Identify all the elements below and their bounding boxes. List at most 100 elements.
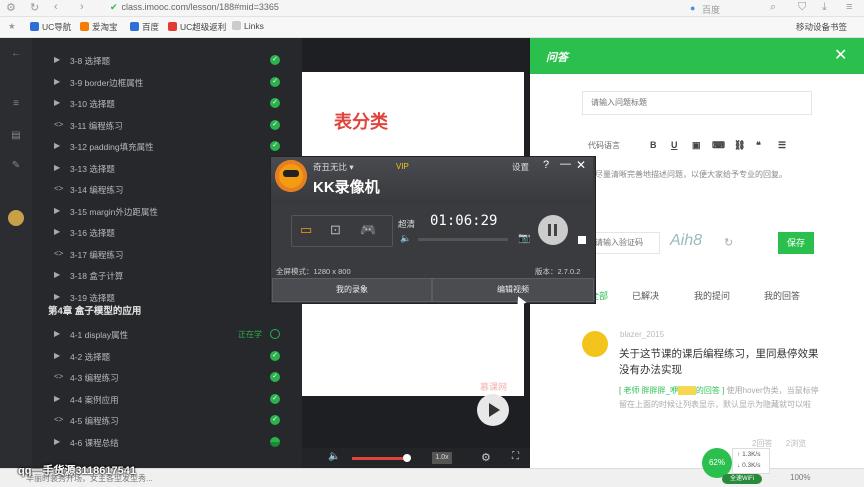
edit-icon[interactable]: ✎ — [9, 160, 23, 172]
question-user[interactable]: blazer_2015 — [620, 330, 664, 339]
list-item[interactable]: <> 4-3 编程练习 ✓ — [32, 367, 302, 388]
captcha-input[interactable] — [590, 232, 660, 254]
speedup-badge[interactable]: 全速WiFi — [722, 474, 762, 484]
play-button[interactable] — [477, 394, 509, 426]
list-item[interactable]: ▶3-13 选择题✓ — [32, 158, 302, 179]
check-icon: ✓ — [270, 393, 280, 404]
stop-button[interactable] — [578, 236, 586, 244]
question-title-input[interactable] — [582, 91, 812, 115]
tab-my-questions[interactable]: 我的提问 — [694, 289, 730, 302]
list-item[interactable]: <> 4-5 编程练习 ✓ — [32, 410, 302, 431]
list-item[interactable]: <>3-14 编程练习✓ — [32, 179, 302, 200]
chapter-list: ▶ 3-8 选择题 ✓ ▶ 3-9 border边框属性 ✓ ▶ 3-10 选择题 ✓ <> 3-1… — [32, 38, 302, 468]
list-item-label: 3-14 编程练习 — [70, 185, 124, 195]
answer-tag: 的回答 ] — [695, 386, 725, 395]
list-item[interactable]: ▶ 3-10 选择题 ✓ — [32, 93, 302, 114]
bold-icon[interactable]: B — [650, 140, 657, 150]
code-language-select[interactable]: 代码语言 — [588, 140, 620, 151]
list-item-label: 4-4 案例应用 — [70, 394, 119, 405]
address-bar[interactable]: ✔ class.imooc.com/lesson/188#mid=3365 — [110, 2, 670, 14]
url-text: class.imooc.com/lesson/188#mid=3365 — [121, 2, 279, 12]
forward-icon[interactable]: › — [80, 1, 84, 13]
check-icon: ✓ — [270, 372, 280, 382]
bookmark-uc-rebate[interactable]: UC超级返利 — [168, 21, 226, 33]
save-button[interactable]: 保存 — [778, 232, 814, 254]
list-item[interactable]: ▶3-15 margin外边距属性✓ — [32, 201, 302, 222]
tab-my-answers[interactable]: 我的回答 — [764, 289, 800, 302]
list-icon[interactable]: ≡ — [9, 98, 23, 110]
kk-settings-button[interactable]: 设置 — [512, 161, 529, 173]
list-item[interactable]: <> 3-11 编程练习 ✓ — [32, 115, 302, 136]
back-arrow-icon[interactable]: ← — [9, 48, 23, 60]
underline-icon[interactable]: U — [671, 140, 678, 150]
list-item[interactable]: ▶ 4-4 案例应用 ✓ — [32, 389, 302, 410]
camera-icon[interactable]: 📷 — [518, 233, 530, 244]
mobile-bookmarks[interactable]: 移动设备书签 — [796, 21, 847, 33]
list-item[interactable]: ▶ 3-12 padding填充属性 ✓ — [32, 136, 302, 157]
list-item-label: 4-6 课程总结 — [70, 437, 119, 448]
list-item-label: 3-18 盒子计算 — [70, 271, 124, 281]
bookmark-baidu[interactable]: 百度 — [130, 21, 159, 33]
cart-icon[interactable]: ⛉ — [798, 1, 806, 14]
list-item[interactable]: ▶ 3-9 border边框属性 ✓ — [32, 72, 302, 93]
play-triangle-icon: ▶ — [54, 141, 61, 150]
list-item-label: 3-8 选择题 — [70, 56, 111, 66]
speed-button[interactable]: 1.0x — [432, 452, 452, 464]
refresh-icon[interactable]: ↻ — [30, 1, 39, 14]
volume-icon[interactable]: 🔈 — [328, 451, 340, 462]
back-icon[interactable]: ‹ — [54, 1, 58, 13]
link-icon[interactable]: ⛓ — [734, 140, 745, 151]
image-icon[interactable]: ▣ — [692, 140, 701, 151]
list-item[interactable]: ▶3-16 选择题✓ — [32, 222, 302, 243]
star-icon[interactable]: ★ — [8, 21, 16, 32]
help-icon[interactable]: ? — [543, 159, 549, 171]
volume-slider[interactable] — [352, 457, 407, 460]
video-settings-icon[interactable]: ⚙ — [481, 451, 491, 464]
volume-handle[interactable] — [403, 454, 411, 462]
close-icon[interactable]: ✕ — [834, 45, 847, 65]
format-icon[interactable]: ☰ — [778, 140, 786, 151]
fullscreen-icon[interactable]: ⛶ — [512, 451, 519, 462]
question-title[interactable]: 关于这节课的课后编程练习，里同悬停效果没有办法实现 — [619, 346, 819, 378]
kk-volume-bar[interactable] — [418, 238, 508, 241]
kk-user[interactable]: 奇丑无比 ▾ — [313, 161, 354, 173]
list-item[interactable]: <>3-17 编程练习✓ — [32, 244, 302, 265]
list-item[interactable]: ▶ 3-8 选择题 ✓ — [32, 50, 302, 71]
code-icon[interactable]: ⌨ — [712, 140, 725, 151]
avatar[interactable] — [8, 210, 24, 226]
tab-solved[interactable]: 已解决 — [632, 289, 659, 302]
window-mode-icon[interactable]: ⊡ — [330, 222, 341, 238]
play-triangle-icon: ▶ — [54, 76, 61, 86]
download-icon[interactable]: ⤓ — [822, 1, 827, 14]
menu-icon[interactable]: ≡ — [846, 1, 852, 13]
list-item[interactable]: ▶ 4-2 选择题 ✓ — [32, 346, 302, 367]
play-triangle-icon: ▶ — [54, 291, 61, 301]
question-avatar[interactable] — [582, 331, 608, 357]
kk-close-icon[interactable]: ✕ — [576, 158, 586, 172]
captcha-image: Aih8 — [670, 232, 703, 249]
game-mode-icon[interactable]: 🎮 — [360, 222, 376, 238]
search-engine-label[interactable]: 百度 — [702, 3, 720, 16]
answer-author[interactable]: [ 老师 胖胖胖_咿 — [619, 386, 678, 395]
settings-icon[interactable]: ⚙ — [6, 1, 16, 14]
list-item[interactable]: ▶ 4-6 课程总结 — [32, 432, 302, 453]
kk-volume-icon[interactable]: 🔈 — [400, 233, 411, 244]
my-recordings-button[interactable]: 我的录象 — [272, 278, 432, 302]
note-icon[interactable]: ▤ — [9, 130, 23, 142]
list-item[interactable]: ▶3-18 盒子计算✓ — [32, 265, 302, 286]
kk-quality[interactable]: 超清 — [398, 218, 415, 230]
editor-hint[interactable]: 尽量清晰完善地描述问题，以便大家给予专业的回复。 — [595, 169, 787, 180]
search-icon[interactable]: ⌕ — [770, 1, 776, 14]
list-item[interactable]: ▶ 4-1 display属性 正在学 — [32, 324, 302, 345]
refresh-captcha-icon[interactable]: ↻ — [724, 236, 733, 249]
bookmark-taobao[interactable]: 爱淘宝 — [80, 21, 118, 33]
bookmark-uc[interactable]: UC导航 — [30, 21, 71, 33]
quote-icon[interactable]: ❝ — [756, 140, 761, 151]
screen-mode-icon[interactable]: ▭ — [300, 222, 312, 238]
video-watermark: 慕课网 — [480, 382, 508, 392]
check-icon: ✓ — [270, 119, 280, 130]
minimize-icon[interactable]: — — [560, 158, 571, 170]
bookmark-links[interactable]: Links — [232, 21, 264, 31]
pause-button[interactable] — [538, 215, 568, 245]
zoom-level[interactable]: 100% — [790, 473, 810, 482]
